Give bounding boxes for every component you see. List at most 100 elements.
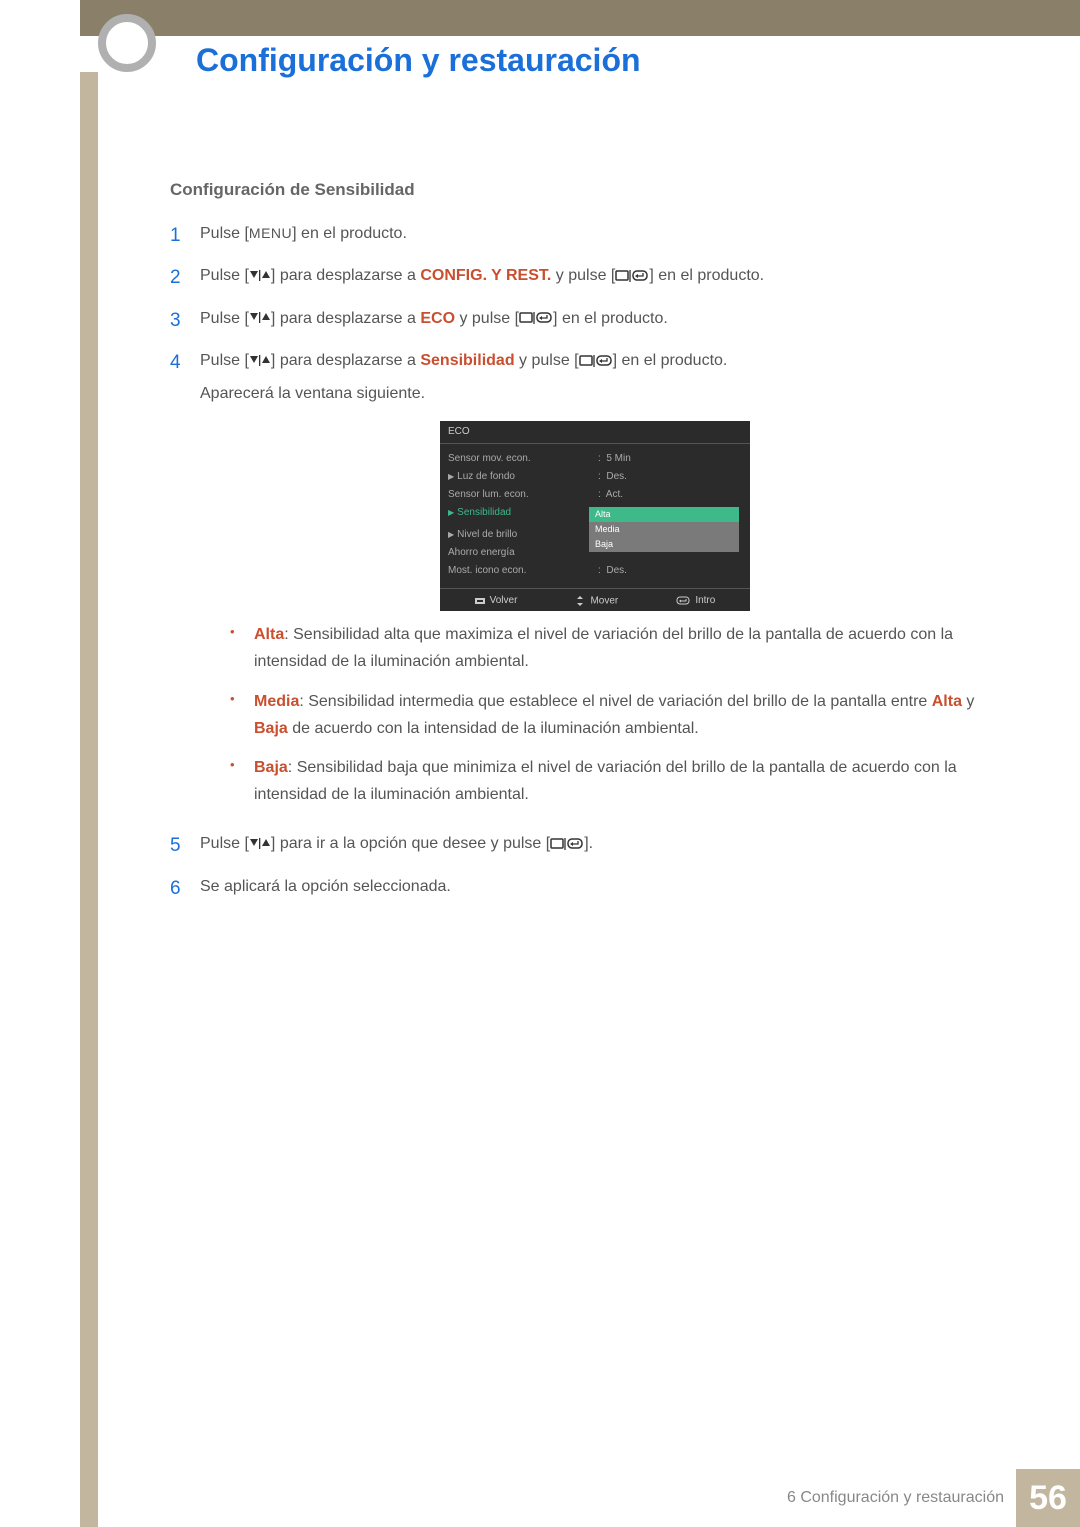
osd-footer-back: Volver bbox=[475, 596, 518, 607]
step-body: Pulse [ ] para desplazarse a CONFIG. Y RE… bbox=[200, 262, 990, 294]
step-body: Se aplicará la opción seleccionada. bbox=[200, 873, 990, 905]
bullet-text: Baja: Sensibilidad baja que minimiza el … bbox=[254, 754, 990, 808]
description: : Sensibilidad baja que minimiza el nive… bbox=[254, 759, 957, 803]
step-4: 4 Pulse [ ] para desplazarse a Sensibilid… bbox=[170, 347, 990, 821]
menu-button-label: MENU bbox=[249, 225, 292, 241]
text: ] para desplazarse a bbox=[271, 310, 420, 327]
bullet-icon: • bbox=[230, 688, 244, 742]
content-area: Configuración de Sensibilidad 1 Pulse [M… bbox=[170, 180, 990, 915]
osd-value-text: Act. bbox=[606, 489, 623, 500]
osd-option-highlighted: Alta bbox=[589, 507, 739, 522]
osd-option: Media bbox=[589, 522, 739, 537]
sensitivity-descriptions: • Alta: Sensibilidad alta que maximiza e… bbox=[230, 621, 990, 808]
text: Pulse [ bbox=[200, 310, 249, 327]
source-enter-icon bbox=[615, 269, 649, 283]
step-number: 4 bbox=[170, 347, 200, 821]
step-body: Pulse [ ] para desplazarse a ECO y pulse … bbox=[200, 305, 990, 337]
osd-footer-label: Mover bbox=[590, 596, 618, 607]
target-label: Sensibilidad bbox=[420, 352, 514, 369]
osd-value: : Act. bbox=[598, 490, 623, 500]
osd-value: : Des. bbox=[598, 472, 627, 482]
term-ref: Alta bbox=[932, 693, 962, 710]
text: ] en el producto. bbox=[649, 267, 764, 284]
osd-value-text: Des. bbox=[606, 565, 627, 576]
caret-right-icon: ▶ bbox=[448, 472, 454, 481]
osd-footer-move: Mover bbox=[575, 596, 619, 607]
osd-value-text: 5 Min bbox=[606, 453, 630, 464]
step-number: 1 bbox=[170, 220, 200, 252]
description: : Sensibilidad alta que maximiza el nive… bbox=[254, 626, 953, 670]
step-number: 6 bbox=[170, 873, 200, 905]
text: Pulse [ bbox=[200, 352, 249, 369]
source-enter-icon bbox=[519, 311, 553, 325]
osd-dropdown-options: Alta Media Baja bbox=[440, 507, 750, 552]
step-1: 1 Pulse [MENU] en el producto. bbox=[170, 220, 990, 252]
term: Baja bbox=[254, 759, 288, 776]
step-6: 6 Se aplicará la opción seleccionada. bbox=[170, 873, 990, 905]
bullet-text: Alta: Sensibilidad alta que maximiza el … bbox=[254, 621, 990, 675]
term-ref: Baja bbox=[254, 720, 288, 737]
osd-menu-screenshot: ECO Sensor mov. econ. : 5 Min ▶Luz de fo… bbox=[440, 421, 750, 611]
osd-value: : Des. bbox=[598, 566, 627, 576]
osd-footer-label: Volver bbox=[490, 595, 518, 606]
text: Pulse [ bbox=[200, 835, 249, 852]
osd-label: Most. icono econ. bbox=[448, 566, 598, 576]
section-title: Configuración de Sensibilidad bbox=[170, 180, 990, 200]
term: Alta bbox=[254, 626, 284, 643]
step-body: Pulse [ ] para ir a la opción que desee y… bbox=[200, 830, 990, 862]
term: Media bbox=[254, 693, 299, 710]
text: y bbox=[962, 693, 974, 710]
step-3: 3 Pulse [ ] para desplazarse a ECO y puls… bbox=[170, 305, 990, 337]
down-up-arrow-icon bbox=[249, 838, 271, 850]
page-number: 56 bbox=[1016, 1469, 1080, 1527]
text: Pulse [ bbox=[200, 267, 249, 284]
osd-label: Sensor mov. econ. bbox=[448, 454, 598, 464]
text: Pulse [ bbox=[200, 225, 249, 242]
bullet-text: Media: Sensibilidad intermedia que estab… bbox=[254, 688, 990, 742]
osd-row: Sensor mov. econ. : 5 Min bbox=[440, 450, 750, 468]
osd-option: Baja bbox=[589, 537, 739, 552]
enter-icon bbox=[676, 596, 690, 605]
text: ] en el producto. bbox=[553, 310, 668, 327]
step-number: 5 bbox=[170, 830, 200, 862]
bullet-baja: • Baja: Sensibilidad baja que minimiza e… bbox=[230, 754, 990, 808]
down-up-arrow-icon bbox=[249, 312, 271, 324]
osd-value: : 5 Min bbox=[598, 454, 631, 464]
text: ] en el producto. bbox=[613, 352, 728, 369]
header-band-color bbox=[80, 0, 1080, 36]
text: ] para ir a la opción que desee y pulse … bbox=[271, 835, 550, 852]
text: ] en el producto. bbox=[292, 225, 407, 242]
step-number: 2 bbox=[170, 262, 200, 294]
move-icon bbox=[575, 596, 585, 606]
source-enter-icon bbox=[550, 837, 584, 851]
text: ] para desplazarse a bbox=[271, 267, 420, 284]
left-margin-stripe bbox=[80, 0, 98, 1527]
step-number: 3 bbox=[170, 305, 200, 337]
osd-label: ▶Luz de fondo bbox=[448, 472, 598, 482]
text: ]. bbox=[584, 835, 593, 852]
step-body: Pulse [MENU] en el producto. bbox=[200, 220, 990, 252]
step-5: 5 Pulse [ ] para ir a la opción que desee… bbox=[170, 830, 990, 862]
osd-label: Sensor lum. econ. bbox=[448, 490, 598, 500]
down-up-arrow-icon bbox=[249, 355, 271, 367]
text: ] para desplazarse a bbox=[271, 352, 420, 369]
step-body: Pulse [ ] para desplazarse a Sensibilidad… bbox=[200, 347, 990, 821]
followup-text: Aparecerá la ventana siguiente. bbox=[200, 380, 990, 407]
text: y pulse [ bbox=[515, 352, 579, 369]
text: y pulse [ bbox=[551, 267, 615, 284]
down-up-arrow-icon bbox=[249, 270, 271, 282]
osd-footer-enter: Intro bbox=[676, 596, 716, 607]
source-enter-icon bbox=[579, 354, 613, 368]
step-2: 2 Pulse [ ] para desplazarse a CONFIG. Y … bbox=[170, 262, 990, 294]
osd-row: ▶Luz de fondo : Des. bbox=[440, 468, 750, 486]
back-icon bbox=[475, 597, 487, 605]
chapter-number-circle bbox=[98, 14, 156, 72]
osd-value-text: Des. bbox=[606, 471, 627, 482]
osd-footer-label: Intro bbox=[695, 595, 715, 606]
target-label: ECO bbox=[420, 310, 455, 327]
bullet-icon: • bbox=[230, 621, 244, 675]
osd-separator bbox=[440, 443, 750, 444]
target-label: CONFIG. Y REST. bbox=[420, 267, 551, 284]
text: y pulse [ bbox=[455, 310, 519, 327]
page-title: Configuración y restauración bbox=[196, 42, 641, 79]
